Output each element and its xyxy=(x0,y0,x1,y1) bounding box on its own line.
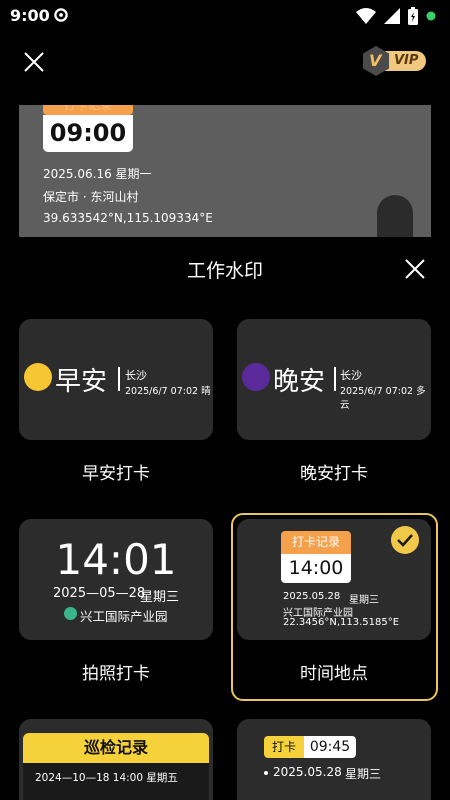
photo-place: 兴工国际产业园 xyxy=(80,609,168,624)
template-label-photo[interactable]: 拍照打卡 xyxy=(19,659,213,684)
night-city: 长沙 xyxy=(340,369,362,382)
vip-label: VIP xyxy=(394,53,419,68)
photo-time: 14:01 xyxy=(55,535,177,584)
inspection-title: 巡检记录 xyxy=(23,733,209,763)
photo-date: 2025—05—28 xyxy=(53,586,146,601)
check-icon xyxy=(391,526,419,554)
preview-place: 保定市 · 东河山村 xyxy=(43,190,139,204)
photo-weekday: 星期三 xyxy=(140,590,180,605)
vip-letter: V xyxy=(369,51,382,70)
template-label-night[interactable]: 晚安打卡 xyxy=(237,459,431,484)
tp-time: 14:00 xyxy=(281,554,351,583)
status-dot-icon xyxy=(426,11,436,21)
sun-icon xyxy=(24,363,52,391)
morning-datetime: 2025/6/7 07:02 晴 xyxy=(125,386,211,397)
template-card-night[interactable]: 晚安 长沙 2025/6/7 07:02 多云 xyxy=(237,319,431,440)
preview-coords: 39.633542°N,115.109334°E xyxy=(43,211,213,225)
night-datetime: 2025/6/7 07:02 多云 xyxy=(340,386,426,411)
wifi-icon xyxy=(356,8,376,24)
tp-weekday: 星期三 xyxy=(349,595,379,606)
close-sheet-icon[interactable] xyxy=(402,256,428,282)
divider xyxy=(118,367,120,391)
bullet-dot-icon xyxy=(264,771,268,775)
template-card-checkin[interactable]: 打卡 09:45 2025.05.28 星期三 xyxy=(237,719,431,800)
preview-tag: 打卡记录 xyxy=(43,105,133,115)
gear-icon xyxy=(54,8,68,22)
template-card-inspection[interactable]: 巡检记录 2024—10—18 14:00 星期五 xyxy=(19,719,213,800)
checkin-weekday: 星期三 xyxy=(345,767,382,781)
location-pin-icon xyxy=(64,607,77,620)
status-time: 9:00 xyxy=(10,6,50,25)
morning-word: 早安 xyxy=(55,367,108,397)
watermark-preview: 打卡记录 09:00 2025.06.16 星期一 保定市 · 东河山村 39.… xyxy=(19,105,431,237)
checkin-time: 09:45 xyxy=(304,736,356,758)
preview-date: 2025.06.16 星期一 xyxy=(43,167,152,181)
tp-tag: 打卡记录 xyxy=(281,531,351,554)
preview-background-shape xyxy=(377,195,413,237)
tp-coords: 22.3456°N,113.5185°E xyxy=(283,617,400,628)
signal-icon xyxy=(384,8,400,24)
night-word: 晚安 xyxy=(273,367,326,397)
divider xyxy=(334,367,336,391)
template-card-morning[interactable]: 早安 长沙 2025/6/7 07:02 晴 xyxy=(19,319,213,440)
preview-time: 09:00 xyxy=(43,115,133,152)
close-icon[interactable] xyxy=(22,50,46,74)
sheet-title: 工作水印 xyxy=(186,260,263,282)
moon-icon xyxy=(242,363,270,391)
battery-icon xyxy=(408,7,418,25)
tp-date: 2025.05.28 xyxy=(283,591,341,602)
template-card-photo[interactable]: 14:01 2025—05—28 星期三 兴工国际产业园 xyxy=(19,519,213,640)
template-label-morning[interactable]: 早安打卡 xyxy=(19,459,213,484)
morning-city: 长沙 xyxy=(125,369,147,382)
inspection-datetime: 2024—10—18 14:00 星期五 xyxy=(35,772,178,784)
vip-badge[interactable]: V VIP xyxy=(362,46,428,76)
template-label-time-place[interactable]: 时间地点 xyxy=(237,659,431,684)
status-bar: 9:00 xyxy=(0,0,450,30)
checkin-date: 2025.05.28 xyxy=(273,765,342,779)
checkin-tag: 打卡 xyxy=(264,736,304,758)
